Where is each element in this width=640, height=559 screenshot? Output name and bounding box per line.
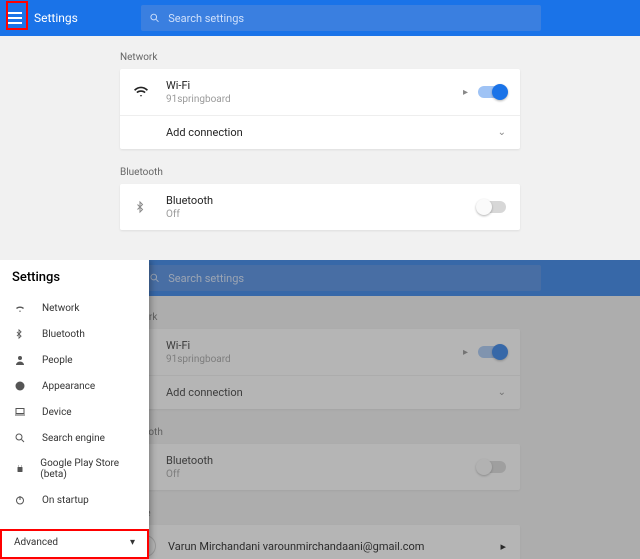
- bluetooth-toggle[interactable]: [478, 201, 506, 213]
- search-bar[interactable]: [141, 5, 541, 31]
- sidebar-item-on-startup[interactable]: On startup: [0, 487, 149, 513]
- section-label-bluetooth: Bluetooth: [120, 161, 640, 184]
- sidebar-item-label: People: [42, 355, 73, 366]
- sidebar-item-bluetooth[interactable]: Bluetooth: [0, 321, 149, 347]
- top-header: Settings: [0, 0, 640, 36]
- caret-down-icon: ▾: [130, 537, 135, 548]
- sidebar-item-label: On startup: [42, 495, 89, 506]
- sidebar-item-appearance[interactable]: Appearance: [0, 373, 149, 399]
- add-connection-row[interactable]: Add connection ⌄: [120, 115, 520, 149]
- bluetooth-icon: [134, 200, 156, 214]
- app-title: Settings: [34, 11, 78, 25]
- chevron-down-icon: ⌄: [498, 127, 506, 138]
- sidebar-item-label: Bluetooth: [42, 329, 85, 340]
- sidebar-item-label: Network: [42, 303, 79, 314]
- wifi-row[interactable]: Wi-Fi 91springboard ▸: [120, 69, 520, 115]
- power-icon: [14, 494, 28, 506]
- section-label-network: Network: [120, 46, 640, 69]
- menu-icon[interactable]: [6, 8, 26, 28]
- wifi-toggle[interactable]: [478, 86, 506, 98]
- sidebar-item-people[interactable]: People: [0, 347, 149, 373]
- android-icon: [14, 463, 26, 475]
- bluetooth-icon: [14, 328, 28, 340]
- sidebar-item-label: Appearance: [42, 381, 95, 392]
- sidebar-item-play-store[interactable]: Google Play Store (beta): [0, 451, 149, 487]
- palette-icon: [14, 380, 28, 392]
- wifi-icon: [134, 85, 156, 99]
- search-icon: [14, 432, 28, 444]
- chevron-right-icon: ▸: [463, 87, 468, 98]
- wifi-label: Wi-Fi: [166, 79, 463, 92]
- bluetooth-card: Bluetooth Off: [120, 184, 520, 230]
- search-icon: [149, 12, 160, 24]
- sidebar-item-search-engine[interactable]: Search engine: [0, 425, 149, 451]
- wifi-ssid: 91springboard: [166, 94, 463, 105]
- person-icon: [14, 354, 28, 366]
- bluetooth-label: Bluetooth: [166, 194, 478, 207]
- modal-overlay[interactable]: [149, 260, 640, 559]
- sidebar-item-label: Search engine: [42, 433, 105, 444]
- network-card: Wi-Fi 91springboard ▸ Add connection ⌄: [120, 69, 520, 149]
- sidebar-advanced[interactable]: Advanced ▾: [0, 525, 149, 559]
- sidebar-item-network[interactable]: Network: [0, 295, 149, 321]
- drawer-title: Settings: [0, 260, 149, 295]
- settings-content: Network Wi-Fi 91springboard ▸ Add connec…: [0, 36, 640, 260]
- bluetooth-row[interactable]: Bluetooth Off: [120, 184, 520, 230]
- wifi-icon: [14, 302, 28, 314]
- sidebar-item-label: Device: [42, 407, 72, 418]
- sidebar-item-label: Google Play Store (beta): [40, 458, 135, 480]
- laptop-icon: [14, 406, 28, 418]
- search-input[interactable]: [168, 12, 533, 25]
- advanced-label: Advanced: [14, 537, 58, 548]
- nav-drawer: Settings Network Bluetooth People Appear…: [0, 260, 149, 559]
- add-connection-label: Add connection: [166, 126, 498, 139]
- bluetooth-status: Off: [166, 209, 478, 220]
- sidebar-item-device[interactable]: Device: [0, 399, 149, 425]
